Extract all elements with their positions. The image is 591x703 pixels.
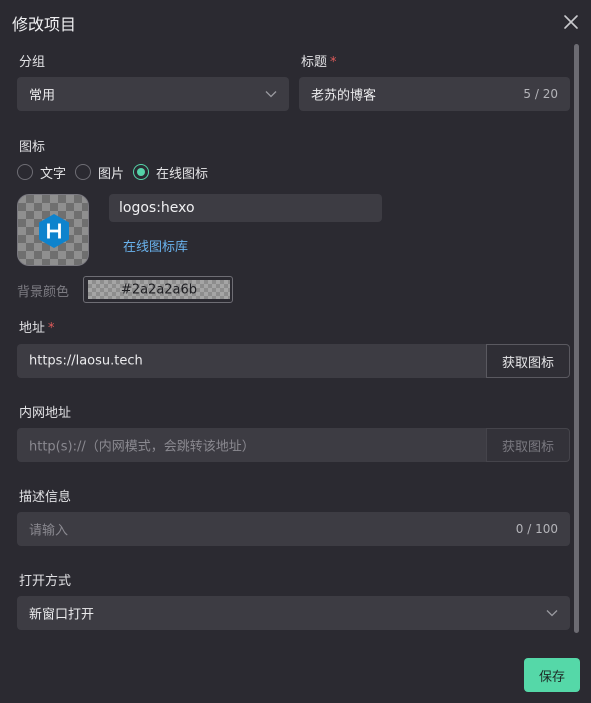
radio-label: 文字 [40, 166, 67, 182]
radio-button-checked[interactable] [133, 164, 150, 180]
icon-preview[interactable] [17, 194, 89, 266]
chevron-down-icon [546, 610, 558, 617]
group-label: 分组 [19, 55, 46, 70]
icon-label: 图标 [19, 140, 46, 155]
group-select[interactable]: 常用 [17, 77, 289, 111]
required-mark: * [48, 321, 55, 336]
color-value: #2a2a2a6b [120, 282, 198, 297]
radio-label: 图片 [98, 166, 125, 182]
radio-option-text[interactable]: 文字 [17, 163, 66, 182]
name-label-text: 标题 [301, 55, 328, 70]
open-mode-label: 打开方式 [19, 574, 72, 589]
color-swatch: #2a2a2a6b [88, 280, 230, 299]
name-label: 标题 * [301, 51, 337, 70]
close-icon[interactable] [561, 12, 581, 32]
name-input[interactable]: 老苏的博客 5 / 20 [299, 77, 570, 111]
scrollbar[interactable] [574, 44, 579, 633]
description-label: 描述信息 [19, 490, 72, 505]
address-input[interactable]: https://laosu.tech [17, 344, 487, 378]
required-mark: * [330, 55, 337, 70]
radio-button[interactable] [17, 164, 33, 180]
background-color-label: 背景颜色 [17, 285, 70, 300]
online-icon-library-link[interactable]: 在线图标库 [123, 236, 188, 255]
icon-name-value: logos:hexo [119, 200, 195, 216]
hexo-logo-icon [39, 214, 69, 248]
name-input-value: 老苏的博客 [311, 88, 377, 104]
chevron-down-icon [265, 91, 277, 98]
description-placeholder: 请输入 [29, 523, 69, 539]
lan-address-input[interactable]: http(s)://（内网模式，会跳转该地址） [17, 428, 487, 462]
edit-item-dialog: 修改项目 分组 常用 标题 * 老苏的博客 5 / 20 图标 文字 图片 在线图… [0, 0, 591, 703]
address-input-value: https://laosu.tech [29, 353, 143, 369]
color-picker[interactable]: #2a2a2a6b [83, 276, 233, 303]
lan-fetch-icon-button[interactable]: 获取图标 [486, 428, 570, 462]
save-button[interactable]: 保存 [524, 658, 580, 692]
radio-option-online-icon[interactable]: 在线图标 [133, 163, 208, 182]
lan-address-label: 内网地址 [19, 406, 72, 421]
dialog-title: 修改项目 [12, 15, 77, 34]
open-mode-value: 新窗口打开 [29, 607, 95, 623]
icon-type-radio-group: 文字 图片 在线图标 [17, 163, 217, 182]
name-char-counter: 5 / 20 [523, 87, 558, 101]
radio-option-image[interactable]: 图片 [75, 163, 124, 182]
address-label: 地址 * [19, 317, 55, 336]
description-input[interactable]: 请输入 0 / 100 [17, 512, 570, 546]
address-label-text: 地址 [19, 321, 46, 336]
lan-address-placeholder: http(s)://（内网模式，会跳转该地址） [29, 439, 255, 455]
radio-label: 在线图标 [156, 166, 209, 182]
group-select-value: 常用 [29, 88, 56, 104]
fetch-icon-button[interactable]: 获取图标 [486, 344, 570, 378]
open-mode-select[interactable]: 新窗口打开 [17, 596, 570, 630]
description-char-counter: 0 / 100 [515, 522, 558, 536]
icon-name-input[interactable]: logos:hexo [109, 194, 382, 222]
radio-button[interactable] [75, 164, 92, 180]
